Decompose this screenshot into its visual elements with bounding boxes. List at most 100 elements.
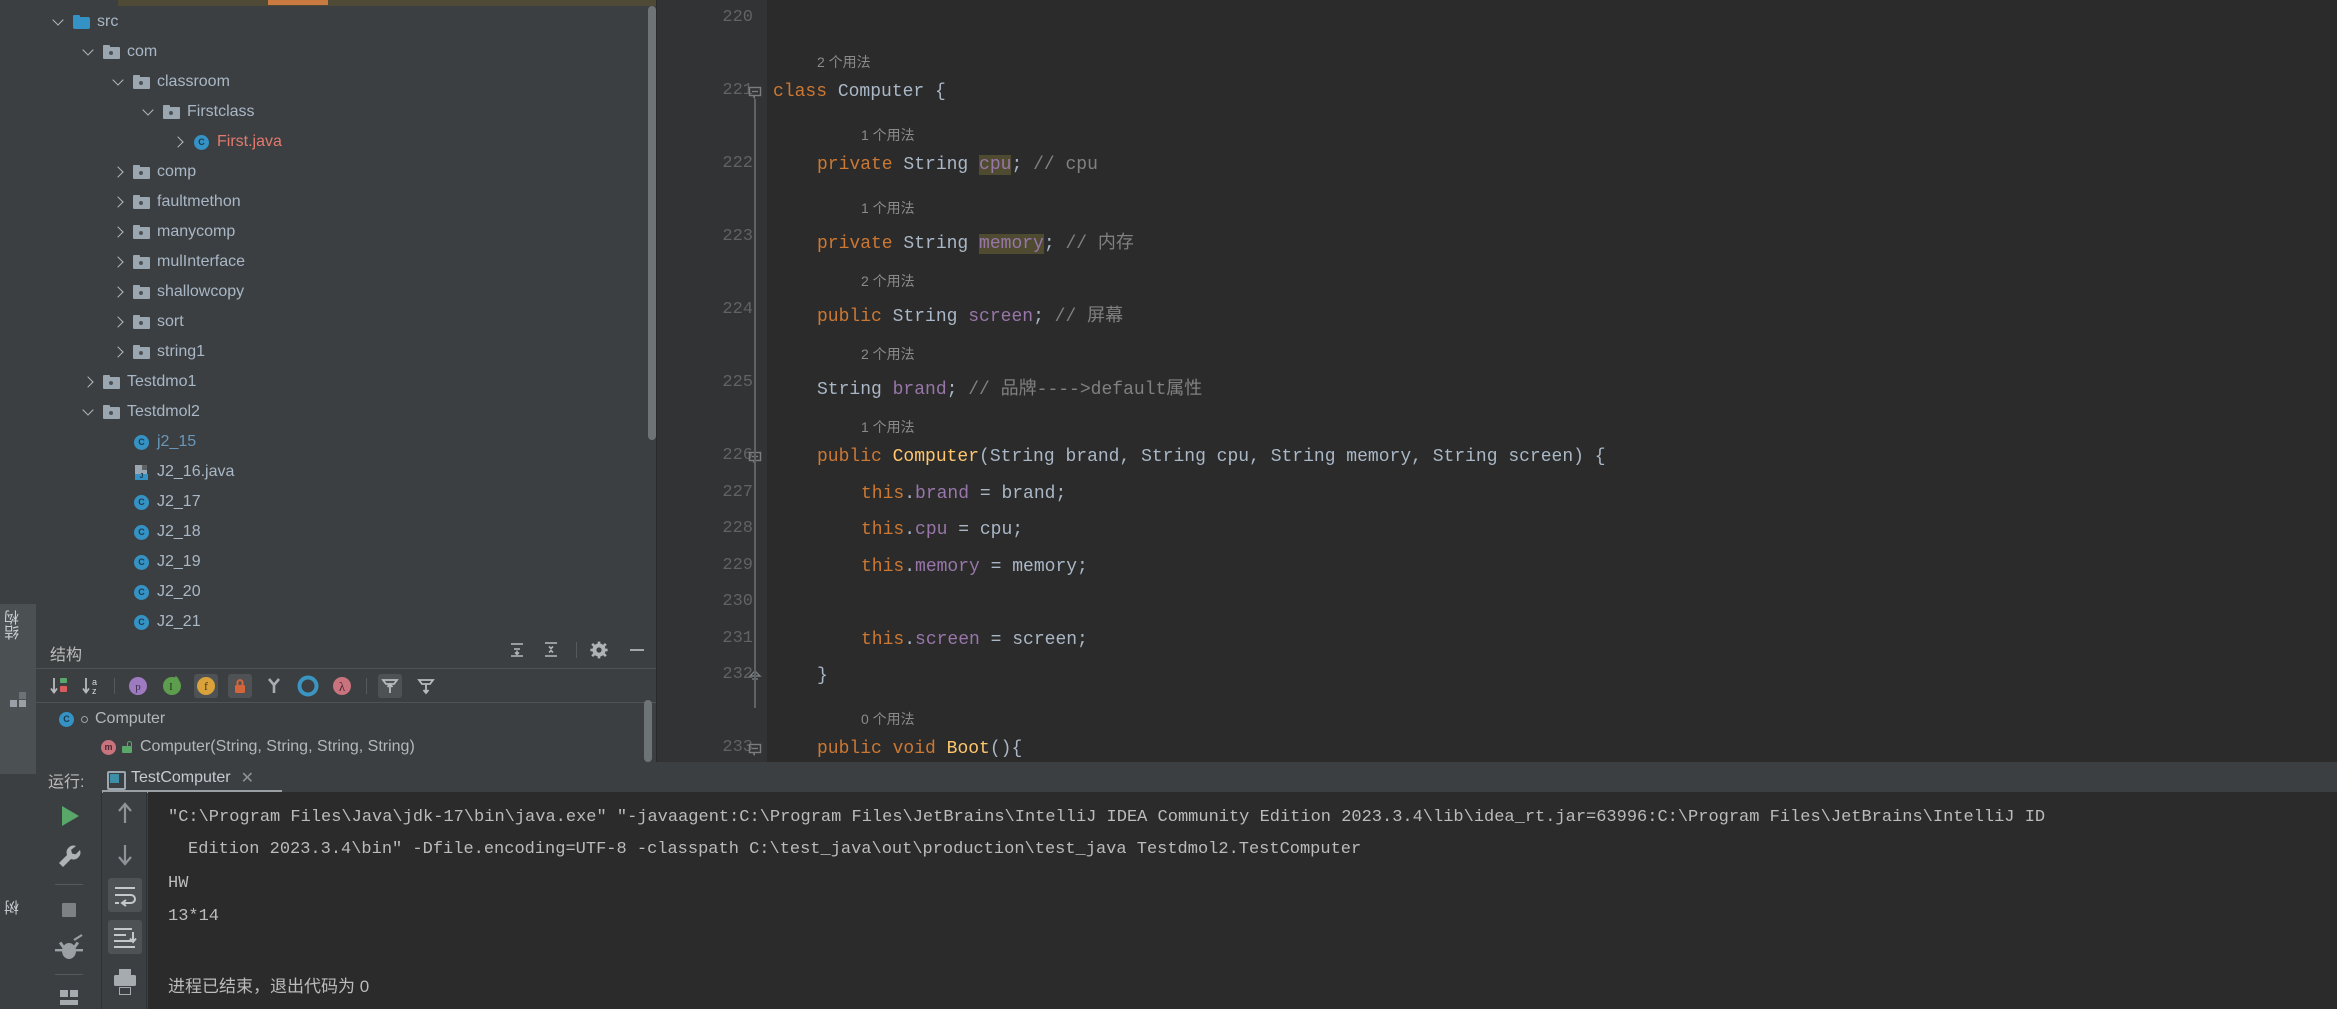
code-line[interactable]: this.memory = memory;	[861, 557, 1088, 577]
squares-icon[interactable]	[10, 692, 27, 709]
tree-item-string1[interactable]: string1	[36, 337, 656, 367]
soft-wrap-icon[interactable]	[108, 878, 142, 912]
tree-item-faultmethon[interactable]: faultmethon	[36, 187, 656, 217]
tree-item-firstclass[interactable]: Firstclass	[36, 97, 656, 127]
tree-item-mulinterface[interactable]: mulInterface	[36, 247, 656, 277]
tree-item-label: shallowcopy	[157, 283, 245, 300]
inlay-usage-hint[interactable]: 1 个用法	[861, 198, 915, 218]
code-line[interactable]: private String memory; // 内存	[817, 228, 1134, 254]
chevron-right-icon[interactable]	[112, 255, 126, 269]
autoscroll-to-source-icon[interactable]	[378, 674, 402, 698]
tree-item-com[interactable]: com	[36, 37, 656, 67]
chevron-right-icon[interactable]	[112, 285, 126, 299]
chevron-right-icon[interactable]	[82, 375, 96, 389]
inlay-usage-hint[interactable]: 2 个用法	[861, 271, 915, 291]
code-line[interactable]: public void Boot(){	[817, 739, 1022, 759]
tree-item-sort[interactable]: sort	[36, 307, 656, 337]
chevron-right-icon[interactable]	[112, 225, 126, 239]
print-icon[interactable]	[105, 964, 145, 1000]
show-anonymous-icon[interactable]	[262, 674, 286, 698]
chevron-right-icon[interactable]	[172, 135, 186, 149]
project-tree-panel[interactable]: srccom classroom Firstclass First.java comp f…	[36, 6, 656, 632]
editor-gutter[interactable]: 220 221 222 223 224 225 226 227 228 229 230 231 232 2…	[657, 0, 767, 811]
code-line[interactable]: this.screen = screen;	[861, 630, 1088, 650]
autoscroll-from-source-icon[interactable]	[414, 674, 438, 698]
project-tree-scrollbar[interactable]	[648, 6, 656, 440]
show-properties-icon[interactable]: p	[126, 674, 150, 698]
chevron-down-icon[interactable]	[52, 15, 66, 29]
collapse-all-icon[interactable]	[540, 640, 562, 660]
code-line[interactable]: public Computer(String brand, String cpu…	[817, 447, 1606, 467]
chevron-down-icon[interactable]	[82, 45, 96, 59]
left-rail-structure-label[interactable]: 结构	[2, 610, 23, 640]
tree-item-first-java[interactable]: First.java	[36, 127, 656, 157]
expand-all-icon[interactable]	[506, 640, 528, 660]
stop-icon[interactable]	[49, 892, 89, 928]
code-line[interactable]: this.cpu = cpu;	[861, 520, 1023, 540]
tree-item-manycomp[interactable]: manycomp	[36, 217, 656, 247]
code-line[interactable]: class Computer {	[773, 82, 946, 102]
structure-item-class[interactable]: Computer	[36, 705, 656, 733]
show-fields-icon[interactable]: f	[194, 674, 218, 698]
minimize-icon[interactable]	[626, 640, 648, 660]
tree-item-j2-16-java[interactable]: J2_16.java	[36, 457, 656, 487]
run-console-output[interactable]: "C:\Program Files\Java\jdk-17\bin\java.e…	[148, 792, 2337, 1009]
fold-collapse-icon[interactable]	[747, 742, 763, 758]
show-lambdas-icon[interactable]: λ	[330, 674, 354, 698]
sort-by-visibility-icon[interactable]	[48, 674, 72, 698]
tree-item-j2-19[interactable]: J2_19	[36, 547, 656, 577]
tree-item-shallowcopy[interactable]: shallowcopy	[36, 277, 656, 307]
show-non-public-icon[interactable]	[228, 674, 252, 698]
inlay-usage-hint[interactable]: 1 个用法	[861, 417, 915, 437]
show-inherited-icon[interactable]: I	[160, 674, 184, 698]
tree-item-src[interactable]: src	[36, 7, 656, 37]
tree-item-j2-20[interactable]: J2_20	[36, 577, 656, 607]
code-token: cpu	[979, 155, 1012, 175]
code-line[interactable]: String brand; // 品牌---->default属性	[817, 374, 1202, 400]
tree-item-comp[interactable]: comp	[36, 157, 656, 187]
layout-icon[interactable]	[49, 982, 89, 1009]
structure-tree[interactable]: Computer m Computer(String, String, String…	[36, 703, 656, 762]
close-icon[interactable]: ✕	[241, 768, 254, 788]
tree-item-testdmol2[interactable]: Testdmol2	[36, 397, 656, 427]
inlay-usage-hint[interactable]: 0 个用法	[861, 709, 915, 729]
chevron-down-icon[interactable]	[112, 75, 126, 89]
tree-item-j2-21[interactable]: J2_21	[36, 607, 656, 632]
show-interfaces-icon[interactable]	[296, 674, 320, 698]
tab-testcomputer[interactable]: TestComputer ✕	[106, 764, 254, 792]
inlay-usage-hint[interactable]: 1 个用法	[861, 125, 915, 145]
tree-item-j2-15[interactable]: j2_15	[36, 427, 656, 457]
inlay-usage-hint[interactable]: 2 个用法	[817, 52, 871, 72]
inlay-usage-hint[interactable]: 2 个用法	[861, 344, 915, 364]
chevron-right-icon[interactable]	[112, 345, 126, 359]
tree-item-classroom[interactable]: classroom	[36, 67, 656, 97]
chevron-down-icon[interactable]	[82, 405, 96, 419]
code-token: = cpu;	[947, 520, 1024, 540]
code-line[interactable]: this.brand = brand;	[861, 484, 1066, 504]
chevron-down-icon[interactable]	[142, 105, 156, 119]
rerun-icon[interactable]	[49, 798, 89, 834]
code-line[interactable]: public String screen; // 屏幕	[817, 301, 1123, 327]
wrench-settings-icon[interactable]	[49, 840, 89, 876]
structure-scrollbar[interactable]	[644, 700, 652, 762]
chevron-right-icon[interactable]	[112, 315, 126, 329]
tree-item-j2-18[interactable]: J2_18	[36, 517, 656, 547]
tree-item-testdmo1[interactable]: Testdmo1	[36, 367, 656, 397]
code-line[interactable]: }	[817, 666, 828, 686]
chevron-right-icon[interactable]	[112, 165, 126, 179]
editor-code-area[interactable]: 2 个用法 class Computer { 1 个用法 private String…	[767, 0, 2337, 762]
sort-alphabetically-icon[interactable]: a z	[80, 674, 104, 698]
up-arrow-icon[interactable]	[105, 796, 145, 832]
code-editor[interactable]: 220 221 222 223 224 225 226 227 228 229 230 231 232 2…	[657, 0, 2337, 811]
folder-src-icon	[73, 14, 90, 30]
left-rail-tree-label[interactable]: 树	[2, 900, 23, 915]
down-arrow-icon[interactable]	[105, 836, 145, 872]
scroll-to-end-icon[interactable]	[108, 920, 142, 954]
debug-icon[interactable]	[49, 932, 89, 968]
chevron-right-icon[interactable]	[112, 195, 126, 209]
structure-item-constructor[interactable]: m Computer(String, String, String, String…	[36, 733, 656, 761]
code-line[interactable]: private String cpu; // cpu	[817, 155, 1098, 175]
gear-icon[interactable]	[588, 640, 610, 660]
tree-item-j2-17[interactable]: J2_17	[36, 487, 656, 517]
folder-pkg-icon	[133, 344, 150, 360]
